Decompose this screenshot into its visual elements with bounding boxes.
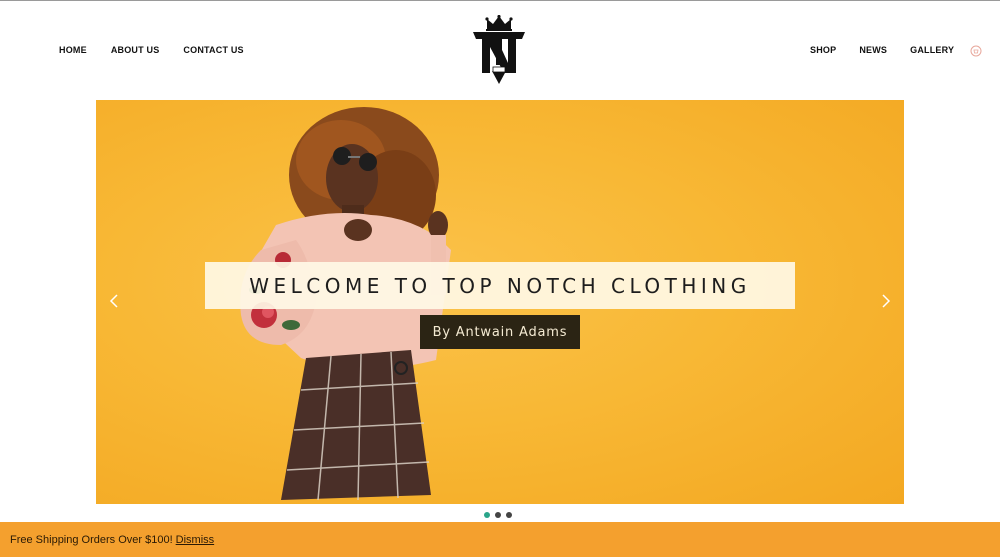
slider-dots <box>484 512 517 518</box>
hero-slider: WELCOME TO TOP NOTCH CLOTHING By Antwain… <box>96 100 904 504</box>
nav-about-link[interactable]: ABOUT US <box>111 45 160 55</box>
nav-news-link[interactable]: NEWS <box>859 45 887 55</box>
hero-title-box: WELCOME TO TOP NOTCH CLOTHING <box>205 262 795 309</box>
chevron-right-icon[interactable] <box>880 293 892 309</box>
slider-dot-3[interactable] <box>506 512 512 518</box>
nav-shop-link[interactable]: SHOP <box>810 45 836 55</box>
nav-home-link[interactable]: HOME <box>59 45 87 55</box>
nav-contact-link[interactable]: CONTACT US <box>183 45 243 55</box>
cart-icon[interactable] <box>970 45 982 57</box>
banner-text: Free Shipping Orders Over $100! <box>10 533 173 546</box>
shipping-banner: Free Shipping Orders Over $100! Dismiss <box>0 522 1000 557</box>
hero-subtitle-button[interactable]: By Antwain Adams <box>420 315 580 349</box>
nav-right: SHOP NEWS GALLERY <box>810 45 977 55</box>
chevron-left-icon[interactable] <box>108 293 120 309</box>
top-notch-logo[interactable] <box>470 15 528 85</box>
hero-subtitle: By Antwain Adams <box>432 324 568 340</box>
hero-title: WELCOME TO TOP NOTCH CLOTHING <box>249 273 751 298</box>
nav-gallery-link[interactable]: GALLERY <box>910 45 954 55</box>
dismiss-link[interactable]: Dismiss <box>176 534 215 546</box>
slider-dot-2[interactable] <box>495 512 501 518</box>
nav-left: HOME ABOUT US CONTACT US <box>59 45 268 55</box>
slider-dot-1[interactable] <box>484 512 490 518</box>
site-header: HOME ABOUT US CONTACT US SHOP NEWS GALLE… <box>0 1 1000 100</box>
